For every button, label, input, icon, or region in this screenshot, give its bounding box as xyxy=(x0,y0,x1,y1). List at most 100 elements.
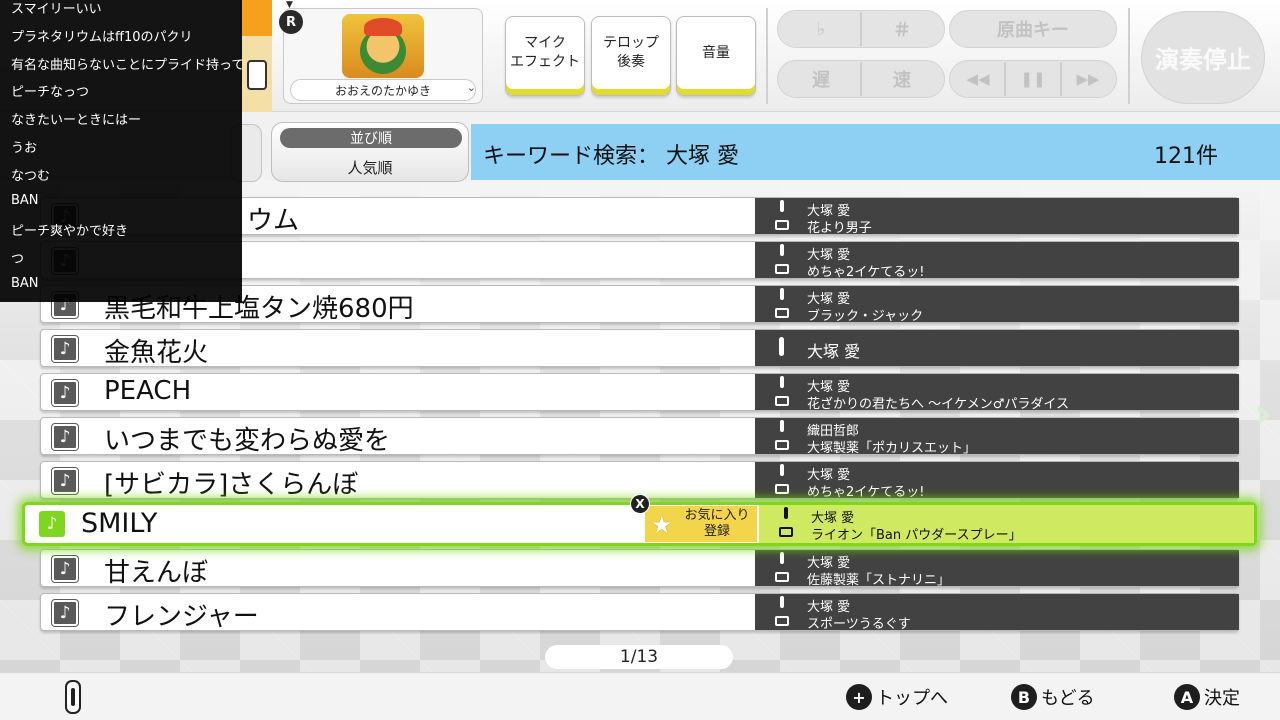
song-tieup: めちゃ2イケてるッ! xyxy=(807,265,925,280)
comment-line: ピーチ爽やかで好き xyxy=(11,224,129,239)
telop-outro-label: テロップ 後奏 xyxy=(603,35,659,70)
sharp-button[interactable]: ＃ xyxy=(862,10,942,48)
divider xyxy=(766,8,768,104)
song-info: 大塚 愛 ブラック・ジャック xyxy=(755,286,1239,324)
page-indicator: 1/13 xyxy=(545,645,733,669)
orange-corner xyxy=(240,0,272,36)
song-tieup: 佐藤製薬「ストナリニ」 xyxy=(807,573,951,588)
stop-playback-button[interactable]: 演奏停止 xyxy=(1141,11,1265,104)
tv-icon xyxy=(775,264,789,274)
comment-line: なつむ xyxy=(11,169,51,184)
song-row[interactable]: ♪ PEACH 大塚 愛 花ざかりの君たちへ 〜イケメン♂パラダイス xyxy=(40,373,1239,412)
comment-line: スマイリーいい xyxy=(11,2,102,17)
add-favorite-button[interactable]: ★ お気に入り 登録 xyxy=(645,506,757,542)
hint-confirm[interactable]: A 決定 xyxy=(1174,684,1240,710)
flat-button[interactable]: ♭ xyxy=(782,10,860,48)
music-note-icon: ♪ xyxy=(51,599,79,627)
mic-effect-button[interactable]: マイク エフェクト xyxy=(505,16,585,96)
song-tieup: めちゃ2イケてるッ! xyxy=(807,485,925,500)
profile-selector[interactable]: おおえのたかゆき ⌄ xyxy=(283,8,483,104)
tv-icon xyxy=(775,484,789,494)
x-button-icon: X xyxy=(630,494,650,514)
song-info: 大塚 愛 ライオン「Ban パウダースプレー」 xyxy=(759,505,1254,543)
rewind-button[interactable]: ◀◀ xyxy=(952,60,1004,98)
song-row[interactable]: ♪ フレンジャー 大塚 愛 スポーツうるぐす xyxy=(40,593,1239,632)
song-title: いつまでも変わらぬ愛を xyxy=(104,426,391,456)
music-note-icon: ♪ xyxy=(51,467,79,495)
song-row[interactable]: ♪ いつまでも変わらぬ愛を 織田哲郎 大塚製薬「ポカリスエット」 xyxy=(40,417,1239,456)
song-title: 甘えんぼ xyxy=(104,558,209,588)
music-note-icon: ♪ xyxy=(51,335,79,363)
mic-effect-label: マイク エフェクト xyxy=(510,35,580,70)
a-button-icon: A xyxy=(1174,684,1200,710)
song-info: 大塚 愛 花より男子 xyxy=(755,198,1239,236)
volume-button[interactable]: 音量 xyxy=(676,16,756,96)
mic-icon xyxy=(780,552,784,564)
bowser-hair xyxy=(364,18,402,36)
forward-button[interactable]: ▶▶ xyxy=(1062,60,1114,98)
song-tieup: 花ざかりの君たちへ 〜イケメン♂パラダイス xyxy=(807,397,1070,412)
comment-line: つ xyxy=(11,252,25,267)
song-title: PEACH xyxy=(104,376,192,406)
song-info: 大塚 愛 めちゃ2イケてるッ! xyxy=(755,462,1239,500)
song-info: 大塚 愛 xyxy=(755,330,1239,366)
next-page-arrow-icon[interactable]: › xyxy=(1254,388,1272,439)
hint-top[interactable]: + トップへ xyxy=(846,684,948,710)
star-icon: ★ xyxy=(651,511,673,539)
song-info: 大塚 愛 スポーツうるぐす xyxy=(755,594,1239,632)
song-title: SMILY xyxy=(81,508,158,539)
music-note-icon: ♪ xyxy=(51,423,79,451)
hint-label: トップへ xyxy=(876,688,948,709)
tv-icon xyxy=(779,527,793,537)
comment-line: うお xyxy=(11,141,38,156)
hint-label: 決定 xyxy=(1204,688,1240,709)
song-tieup: スポーツうるぐす xyxy=(807,617,911,632)
divider xyxy=(1128,8,1130,104)
favorite-label: お気に入り 登録 xyxy=(684,508,750,539)
profile-name: おおえのたかゆき xyxy=(290,79,476,101)
tv-icon xyxy=(775,308,789,318)
song-row[interactable]: ♪ 甘えんぼ 大塚 愛 佐藤製薬「ストナリニ」 xyxy=(40,549,1239,588)
comment-line: BAN xyxy=(11,193,39,208)
slower-button[interactable]: 遅 xyxy=(782,60,860,98)
remote-icon xyxy=(247,60,267,90)
tv-icon xyxy=(775,616,789,626)
song-tieup: ブラック・ジャック xyxy=(807,309,924,324)
song-info: 織田哲郎 大塚製薬「ポカリスエット」 xyxy=(755,418,1239,456)
sort-header: 並び順 xyxy=(280,128,462,148)
music-note-icon: ♪ xyxy=(39,511,65,537)
mic-icon xyxy=(784,507,788,519)
hint-back[interactable]: B もどる xyxy=(1011,684,1095,710)
song-title: ウム xyxy=(247,206,300,236)
mic-icon xyxy=(780,288,784,300)
profile-avatar xyxy=(342,14,424,78)
faster-button[interactable]: 速 xyxy=(862,60,942,98)
tv-icon xyxy=(775,572,789,582)
original-key-button[interactable]: 原曲キー xyxy=(949,10,1117,48)
chevron-down-icon: ⌄ xyxy=(466,81,476,94)
b-button-icon: B xyxy=(1011,684,1037,710)
music-note-icon: ♪ xyxy=(51,379,79,407)
sort-order-button[interactable]: 並び順 人気順 xyxy=(271,122,469,182)
mic-icon xyxy=(780,376,784,388)
mic-icon xyxy=(779,337,784,356)
song-title: 金魚花火 xyxy=(104,338,209,368)
sort-value: 人気順 xyxy=(347,159,393,177)
music-note-icon: ♪ xyxy=(51,555,79,583)
pause-button[interactable]: ❚❚ xyxy=(1006,60,1060,98)
telop-outro-button[interactable]: テロップ 後奏 xyxy=(591,16,671,96)
comment-line: ピーチなっつ xyxy=(11,85,90,100)
song-info: 大塚 愛 佐藤製薬「ストナリニ」 xyxy=(755,550,1239,588)
tv-icon xyxy=(775,440,789,450)
plus-button-icon: + xyxy=(846,684,872,710)
song-tieup: 花より男子 xyxy=(807,221,872,236)
song-info: 大塚 愛 めちゃ2イケてるッ! xyxy=(755,242,1239,280)
song-row[interactable]: ♪ 金魚花火 大塚 愛 xyxy=(40,329,1239,368)
song-artist: 大塚 愛 xyxy=(807,342,861,361)
song-title: [サビカラ]さくらんぼ xyxy=(104,470,359,500)
r-arrow-icon: ▼ xyxy=(286,0,293,10)
song-tieup: ライオン「Ban パウダースプレー」 xyxy=(811,528,1022,543)
mic-icon xyxy=(780,420,784,432)
tv-icon xyxy=(775,396,789,406)
search-result-bar: キーワード検索： 大塚 愛 121件 xyxy=(471,124,1280,180)
